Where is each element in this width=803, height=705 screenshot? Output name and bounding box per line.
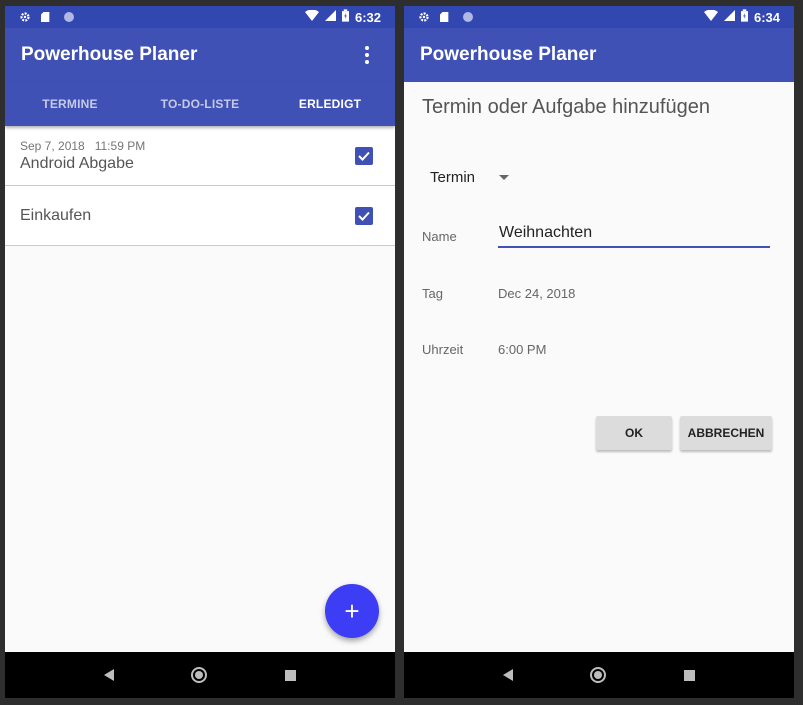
cancel-button[interactable]: ABBRECHEN [680, 416, 772, 450]
item-name: Einkaufen [20, 206, 92, 224]
back-icon[interactable] [103, 669, 114, 681]
battery-icon [740, 9, 748, 25]
app-title: Powerhouse Planer [21, 44, 198, 65]
item-date-time: Sep 7, 2018 11:59 PM [20, 138, 146, 153]
name-input[interactable]: Weihnachten [498, 224, 770, 248]
ok-button[interactable]: OK [596, 416, 672, 450]
type-selected-value: Termin [430, 169, 476, 186]
status-bar: 6:32 [5, 6, 395, 28]
settings-icon [418, 11, 430, 23]
name-row: Name Weihnachten [422, 224, 770, 248]
add-entry-dialog: Termin oder Aufgabe hinzufügen Termin Na… [404, 82, 794, 652]
plus-icon: + [344, 595, 360, 626]
signal-icon [723, 10, 735, 24]
home-icon[interactable] [191, 667, 208, 683]
tab-to-do-liste[interactable]: TO-DO-LISTE [135, 82, 265, 126]
status-bar: 6:34 [404, 6, 794, 28]
app-title: Powerhouse Planer [420, 44, 597, 65]
sd-card-icon [41, 11, 53, 23]
recent-apps-icon[interactable] [684, 669, 696, 681]
wifi-icon [703, 9, 718, 25]
time-row: Uhrzeit 6:00 PM [422, 342, 546, 357]
navigation-bar [404, 652, 794, 698]
item-checkbox[interactable] [355, 146, 373, 165]
done-list: Sep 7, 2018 11:59 PM Android Abgabe Eink… [5, 126, 395, 246]
battery-icon [341, 9, 349, 25]
add-button[interactable]: + [325, 584, 379, 638]
dialog-title: Termin oder Aufgabe hinzufügen [422, 96, 710, 118]
item-checkbox[interactable] [355, 206, 373, 225]
status-time: 6:32 [354, 9, 381, 25]
list-item[interactable]: Sep 7, 2018 11:59 PM Android Abgabe [5, 126, 395, 186]
date-row: Tag Dec 24, 2018 [422, 286, 575, 301]
app-bar: Powerhouse Planer [5, 28, 395, 82]
notification-dot-icon [462, 11, 474, 23]
tab-bar: TERMINE TO-DO-LISTE ERLEDIGT [5, 82, 395, 126]
overflow-menu-icon[interactable] [355, 43, 379, 67]
sd-card-icon [440, 11, 452, 23]
recent-apps-icon[interactable] [285, 669, 297, 681]
tab-termine[interactable]: TERMINE [5, 82, 135, 126]
name-label: Name [422, 229, 457, 244]
type-dropdown[interactable]: Termin [430, 169, 510, 186]
time-label: Uhrzeit [422, 342, 464, 357]
time-value[interactable]: 6:00 PM [498, 342, 546, 357]
wifi-icon [304, 9, 319, 25]
checkmark-icon [358, 211, 370, 221]
app-bar: Powerhouse Planer [404, 28, 794, 82]
home-icon[interactable] [590, 667, 607, 683]
item-name: Android Abgabe [20, 154, 134, 172]
status-time: 6:34 [753, 9, 780, 25]
date-label: Tag [422, 286, 443, 301]
list-item[interactable]: Einkaufen [5, 186, 395, 246]
settings-icon [19, 11, 31, 23]
dropdown-arrow-icon [499, 175, 510, 180]
screenshot-frame: 6:32 Powerhouse Planer TERMINE TO-DO-LIS… [0, 0, 803, 705]
checkmark-icon [358, 151, 370, 161]
navigation-bar [5, 652, 395, 698]
signal-icon [324, 10, 336, 24]
phone-add-screen: 6:34 Powerhouse Planer Termin oder Aufga… [404, 6, 794, 698]
tab-erledigt[interactable]: ERLEDIGT [265, 82, 395, 126]
back-icon[interactable] [502, 669, 513, 681]
notification-dot-icon [63, 11, 75, 23]
date-value[interactable]: Dec 24, 2018 [498, 286, 575, 301]
phone-list-screen: 6:32 Powerhouse Planer TERMINE TO-DO-LIS… [5, 6, 395, 698]
